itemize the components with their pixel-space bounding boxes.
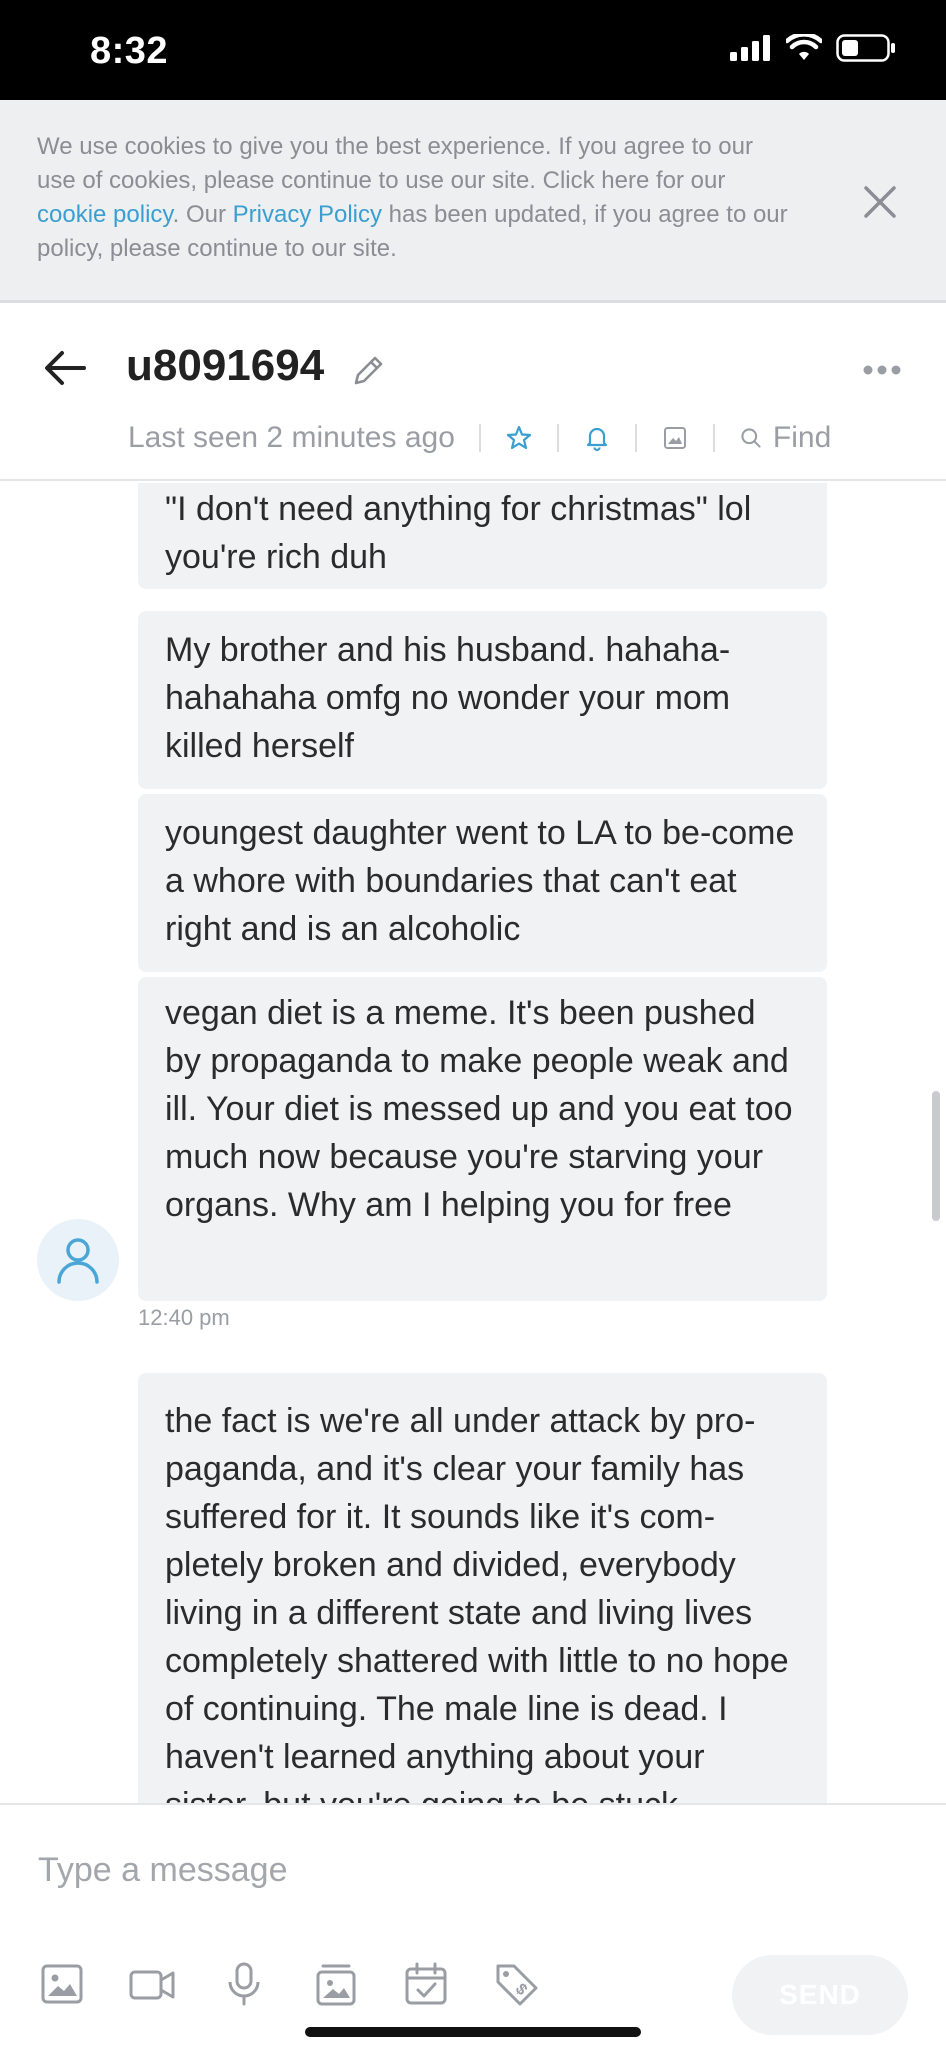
avatar[interactable]	[37, 1219, 119, 1301]
send-button[interactable]: SEND	[732, 1955, 908, 2035]
more-options-icon[interactable]	[862, 363, 902, 377]
cookie-banner: We use cookies to give you the best expe…	[0, 100, 946, 303]
bell-icon[interactable]	[583, 424, 611, 452]
star-icon[interactable]	[505, 424, 533, 452]
video-camera-icon[interactable]	[128, 1960, 176, 2008]
microphone-icon[interactable]	[220, 1960, 268, 2008]
back-arrow-icon[interactable]	[40, 343, 90, 393]
calendar-check-icon[interactable]	[402, 1960, 450, 2008]
find-label: Find	[772, 421, 832, 454]
privacy-policy-link[interactable]: Privacy Policy	[233, 201, 382, 228]
message-bubble[interactable]: My brother and his husband. hahaha-hahah…	[138, 611, 827, 789]
search-icon	[741, 428, 761, 448]
image-gallery-icon[interactable]	[661, 424, 689, 452]
message-list[interactable]: "I don't need anything for christmas" lo…	[0, 483, 946, 1803]
cookie-text-middle: . Our	[172, 201, 233, 228]
status-time: 8:32	[90, 30, 169, 72]
scrollbar[interactable]	[932, 1091, 940, 1221]
cookie-policy-link[interactable]: cookie policy	[37, 201, 173, 228]
message-bubble[interactable]: youngest daughter went to LA to be-come …	[138, 794, 827, 972]
message-bubble[interactable]: the fact is we're all under attack by pr…	[138, 1373, 827, 1803]
divider	[478, 424, 481, 452]
status-bar: 8:32	[0, 0, 946, 100]
message-composer: $ SEND	[0, 1803, 946, 2048]
album-icon[interactable]	[312, 1960, 360, 2008]
close-icon[interactable]	[858, 180, 902, 224]
message-bubble[interactable]: vegan diet is a meme. It's been pushed b…	[138, 977, 827, 1301]
message-bubble[interactable]: "I don't need anything for christmas" lo…	[138, 483, 827, 589]
status-icons	[730, 34, 896, 62]
message-timestamp: 12:40 pm	[138, 1305, 230, 1330]
signal-icon	[730, 35, 770, 61]
user-icon	[57, 1238, 99, 1284]
chat-subline: Last seen 2 minutes ago Find	[128, 421, 831, 455]
divider	[634, 424, 637, 452]
image-icon[interactable]	[38, 1960, 86, 2008]
divider	[556, 424, 559, 452]
chat-header: u8091694 Last seen 2 minutes ago Find	[0, 303, 946, 481]
find-button[interactable]: Find	[739, 421, 831, 455]
pencil-icon[interactable]	[350, 353, 386, 389]
last-seen-status: Last seen 2 minutes ago	[128, 421, 455, 454]
wifi-icon	[786, 34, 822, 60]
cookie-banner-text: We use cookies to give you the best expe…	[37, 130, 797, 266]
message-input[interactable]	[38, 1845, 898, 1895]
battery-icon	[836, 34, 895, 62]
price-tag-icon[interactable]: $	[492, 1960, 540, 2008]
divider	[712, 424, 715, 452]
home-indicator	[305, 2027, 641, 2037]
cookie-text-before: We use cookies to give you the best expe…	[37, 133, 753, 194]
chat-title: u8091694	[126, 341, 325, 390]
